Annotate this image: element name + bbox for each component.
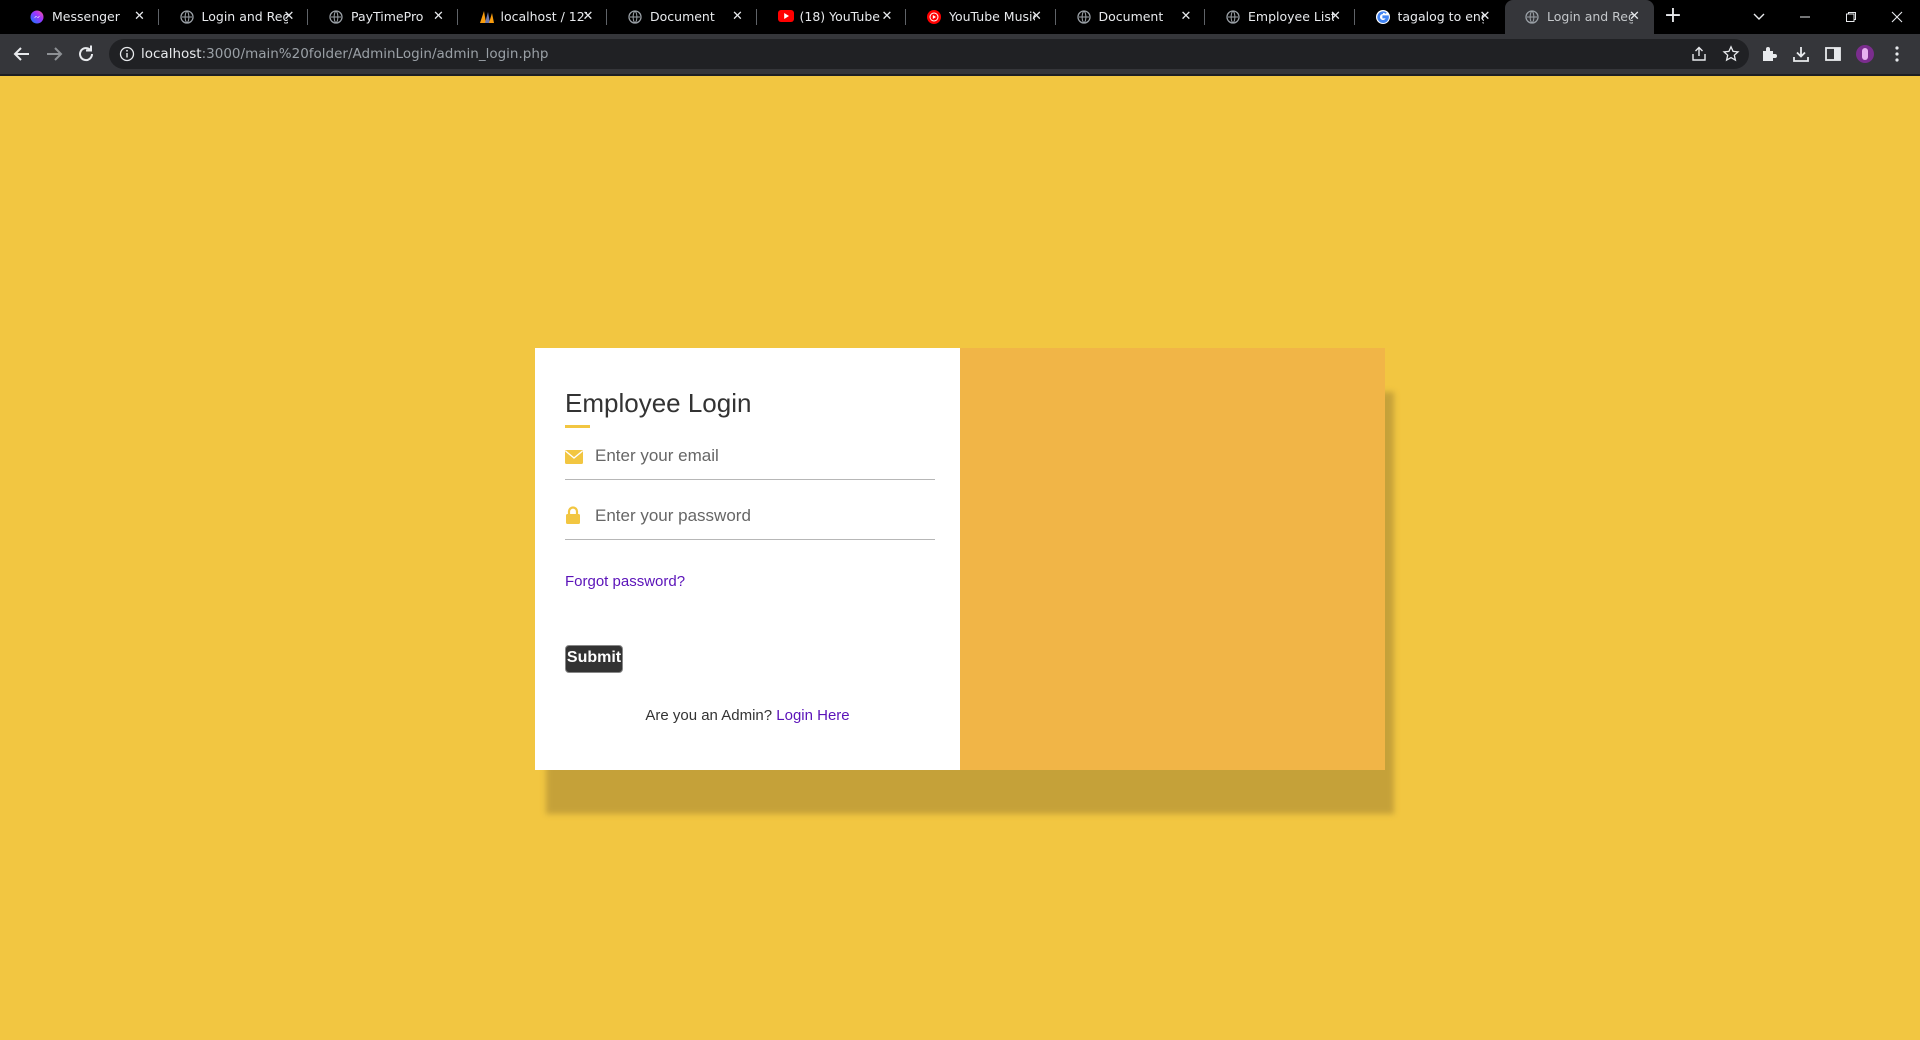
login-card: Employee Login Forgot password? Submit A… — [535, 348, 1385, 770]
browser-tab[interactable]: Login and Regi ✕ — [1505, 0, 1654, 34]
browser-toolbar: localhost:3000/main%20folder/AdminLogin/… — [0, 34, 1920, 74]
new-tab-button[interactable]: + — [1661, 5, 1685, 29]
extensions-icon[interactable] — [1759, 44, 1779, 64]
email-field — [565, 430, 935, 480]
site-info-icon[interactable] — [119, 46, 135, 62]
youtube-music-icon — [927, 10, 941, 24]
tab-separator — [1353, 9, 1355, 25]
browser-tab[interactable]: Document ✕ — [608, 0, 757, 34]
globe-icon — [1226, 10, 1240, 24]
browser-tab[interactable]: (18) YouTube ✕ — [758, 0, 906, 34]
globe-icon — [179, 10, 194, 24]
login-form-panel: Employee Login Forgot password? Submit A… — [535, 348, 960, 770]
tab-title: localhost / 127. — [500, 9, 587, 24]
tab-strip: Messenger ✕ Login and Regi ✕ PayTimePro ✕ loca… — [0, 0, 1920, 34]
phpmyadmin-icon — [479, 10, 494, 24]
forward-icon[interactable] — [42, 42, 66, 66]
lock-icon — [565, 506, 583, 525]
side-panel-icon[interactable] — [1823, 44, 1843, 64]
tab-separator — [157, 9, 159, 25]
tab-close-icon[interactable]: ✕ — [1626, 8, 1644, 26]
tab-title: (18) YouTube — [799, 9, 880, 24]
tab-separator — [456, 9, 458, 25]
browser-tab[interactable]: localhost / 127.✕ — [459, 0, 607, 34]
browser-tab[interactable]: tagalog to engl ✕ — [1356, 0, 1505, 34]
tab-close-icon[interactable]: ✕ — [878, 8, 896, 26]
browser-tab[interactable]: PayTimePro ✕ — [309, 0, 458, 34]
tab-title: Document — [650, 9, 715, 24]
browser-tab[interactable]: Employee List ✕ — [1206, 0, 1355, 34]
tab-title: PayTimePro — [351, 9, 424, 24]
url-text[interactable]: localhost:3000/main%20folder/AdminLogin/… — [141, 46, 548, 62]
browser-tab[interactable]: Document ✕ — [1057, 0, 1205, 34]
youtube-icon — [777, 10, 794, 24]
browser-tab[interactable]: Login and Regi ✕ — [160, 0, 308, 34]
login-cover-panel — [960, 348, 1385, 770]
email-input[interactable] — [595, 440, 925, 472]
tab-separator — [905, 9, 906, 25]
tab-close-icon[interactable]: ✕ — [1327, 8, 1345, 26]
admin-prompt-text: Are you an Admin? — [645, 707, 773, 724]
globe-icon — [329, 10, 343, 24]
browser-tab[interactable]: Messenger ✕ — [10, 0, 159, 34]
tab-title: Employee List — [1248, 9, 1334, 24]
envelope-icon — [565, 449, 583, 465]
tab-separator — [307, 9, 308, 25]
password-input[interactable] — [595, 500, 925, 532]
address-bar[interactable]: localhost:3000/main%20folder/AdminLogin/… — [109, 39, 1749, 69]
chrome-menu-icon[interactable] — [1887, 44, 1907, 64]
title-underline — [565, 425, 590, 428]
browser-tab[interactable]: YouTube Music ✕ — [907, 0, 1056, 34]
restore-icon[interactable] — [1828, 0, 1874, 34]
tab-title: tagalog to engl — [1397, 9, 1484, 24]
back-icon[interactable] — [10, 42, 34, 66]
tab-title: Messenger — [52, 9, 120, 24]
page-body: Employee Login Forgot password? Submit A… — [0, 76, 1920, 1040]
tab-close-icon[interactable]: ✕ — [131, 8, 149, 26]
tab-separator — [755, 9, 757, 25]
tab-title: Login and Regi — [201, 9, 288, 24]
globe-icon — [1525, 10, 1539, 24]
tab-close-icon[interactable]: ✕ — [1177, 8, 1195, 26]
tab-separator — [1054, 9, 1056, 25]
globe-icon — [1076, 10, 1091, 24]
login-title: Employee Login — [565, 388, 752, 418]
reload-icon[interactable] — [74, 42, 98, 66]
submit-button[interactable]: Submit — [565, 645, 623, 673]
tab-separator — [1204, 9, 1205, 25]
tab-close-icon[interactable]: ✕ — [729, 8, 747, 26]
profile-avatar-icon[interactable] — [1855, 44, 1875, 64]
bookmark-star-icon[interactable] — [1722, 45, 1740, 63]
tab-separator — [606, 9, 607, 25]
password-field — [565, 490, 935, 540]
admin-login-prompt: Are you an Admin? Login Here — [535, 707, 960, 724]
tab-title: Document — [1098, 9, 1164, 24]
globe-icon — [628, 10, 642, 24]
tab-close-icon[interactable]: ✕ — [1028, 8, 1046, 26]
messenger-icon — [30, 10, 44, 24]
window-close-icon[interactable] — [1874, 0, 1920, 34]
tab-title: YouTube Music — [949, 9, 1035, 24]
tab-title: Login and Regi — [1547, 9, 1633, 24]
tab-search-icon[interactable] — [1736, 0, 1782, 34]
tab-close-icon[interactable]: ✕ — [1476, 8, 1494, 26]
tab-close-icon[interactable]: ✕ — [430, 8, 448, 26]
admin-login-link[interactable]: Login Here — [776, 707, 849, 724]
download-icon[interactable] — [1791, 44, 1811, 64]
tab-close-icon[interactable]: ✕ — [579, 8, 597, 26]
google-icon — [1375, 10, 1390, 24]
minimize-icon[interactable] — [1782, 0, 1828, 34]
share-icon[interactable] — [1690, 45, 1708, 63]
tab-close-icon[interactable]: ✕ — [280, 8, 298, 26]
forgot-password-link[interactable]: Forgot password? — [565, 573, 685, 590]
